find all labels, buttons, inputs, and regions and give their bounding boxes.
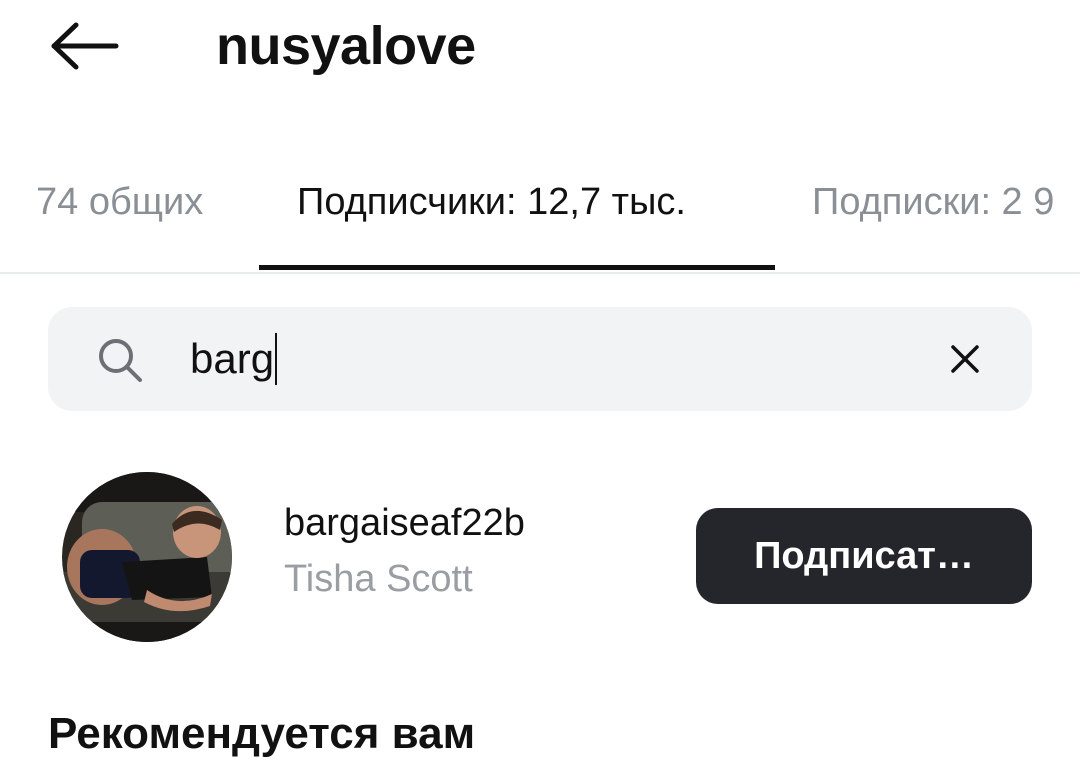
tab-followers[interactable]: Подписчики: 12,7 тыс. — [297, 160, 686, 270]
result-username[interactable]: bargaiseaf22b — [284, 500, 525, 546]
close-icon — [951, 345, 979, 373]
arrow-left-icon — [51, 22, 119, 70]
clear-search-button[interactable] — [940, 334, 990, 384]
tab-bar: 74 общих Подписчики: 12,7 тыс. Подписки:… — [0, 160, 1080, 274]
avatar[interactable] — [62, 472, 232, 642]
search-input[interactable]: barg — [190, 327, 890, 391]
list-item[interactable]: bargaiseaf22b Tisha Scott Подписат… — [0, 460, 1080, 650]
search-input-value: barg — [190, 333, 278, 385]
active-tab-indicator — [259, 265, 775, 270]
section-title: Рекомендуется вам — [48, 709, 476, 758]
tab-following[interactable]: Подписки: 2 9 — [812, 160, 1054, 270]
header: nusyalove — [0, 0, 1080, 100]
search-icon — [99, 339, 142, 382]
tab-mutual[interactable]: 74 общих — [36, 160, 203, 270]
back-button[interactable] — [44, 16, 124, 76]
page-title: nusyalove — [216, 16, 476, 76]
result-full-name: Tisha Scott — [284, 558, 473, 600]
follow-button[interactable]: Подписат… — [696, 508, 1032, 604]
